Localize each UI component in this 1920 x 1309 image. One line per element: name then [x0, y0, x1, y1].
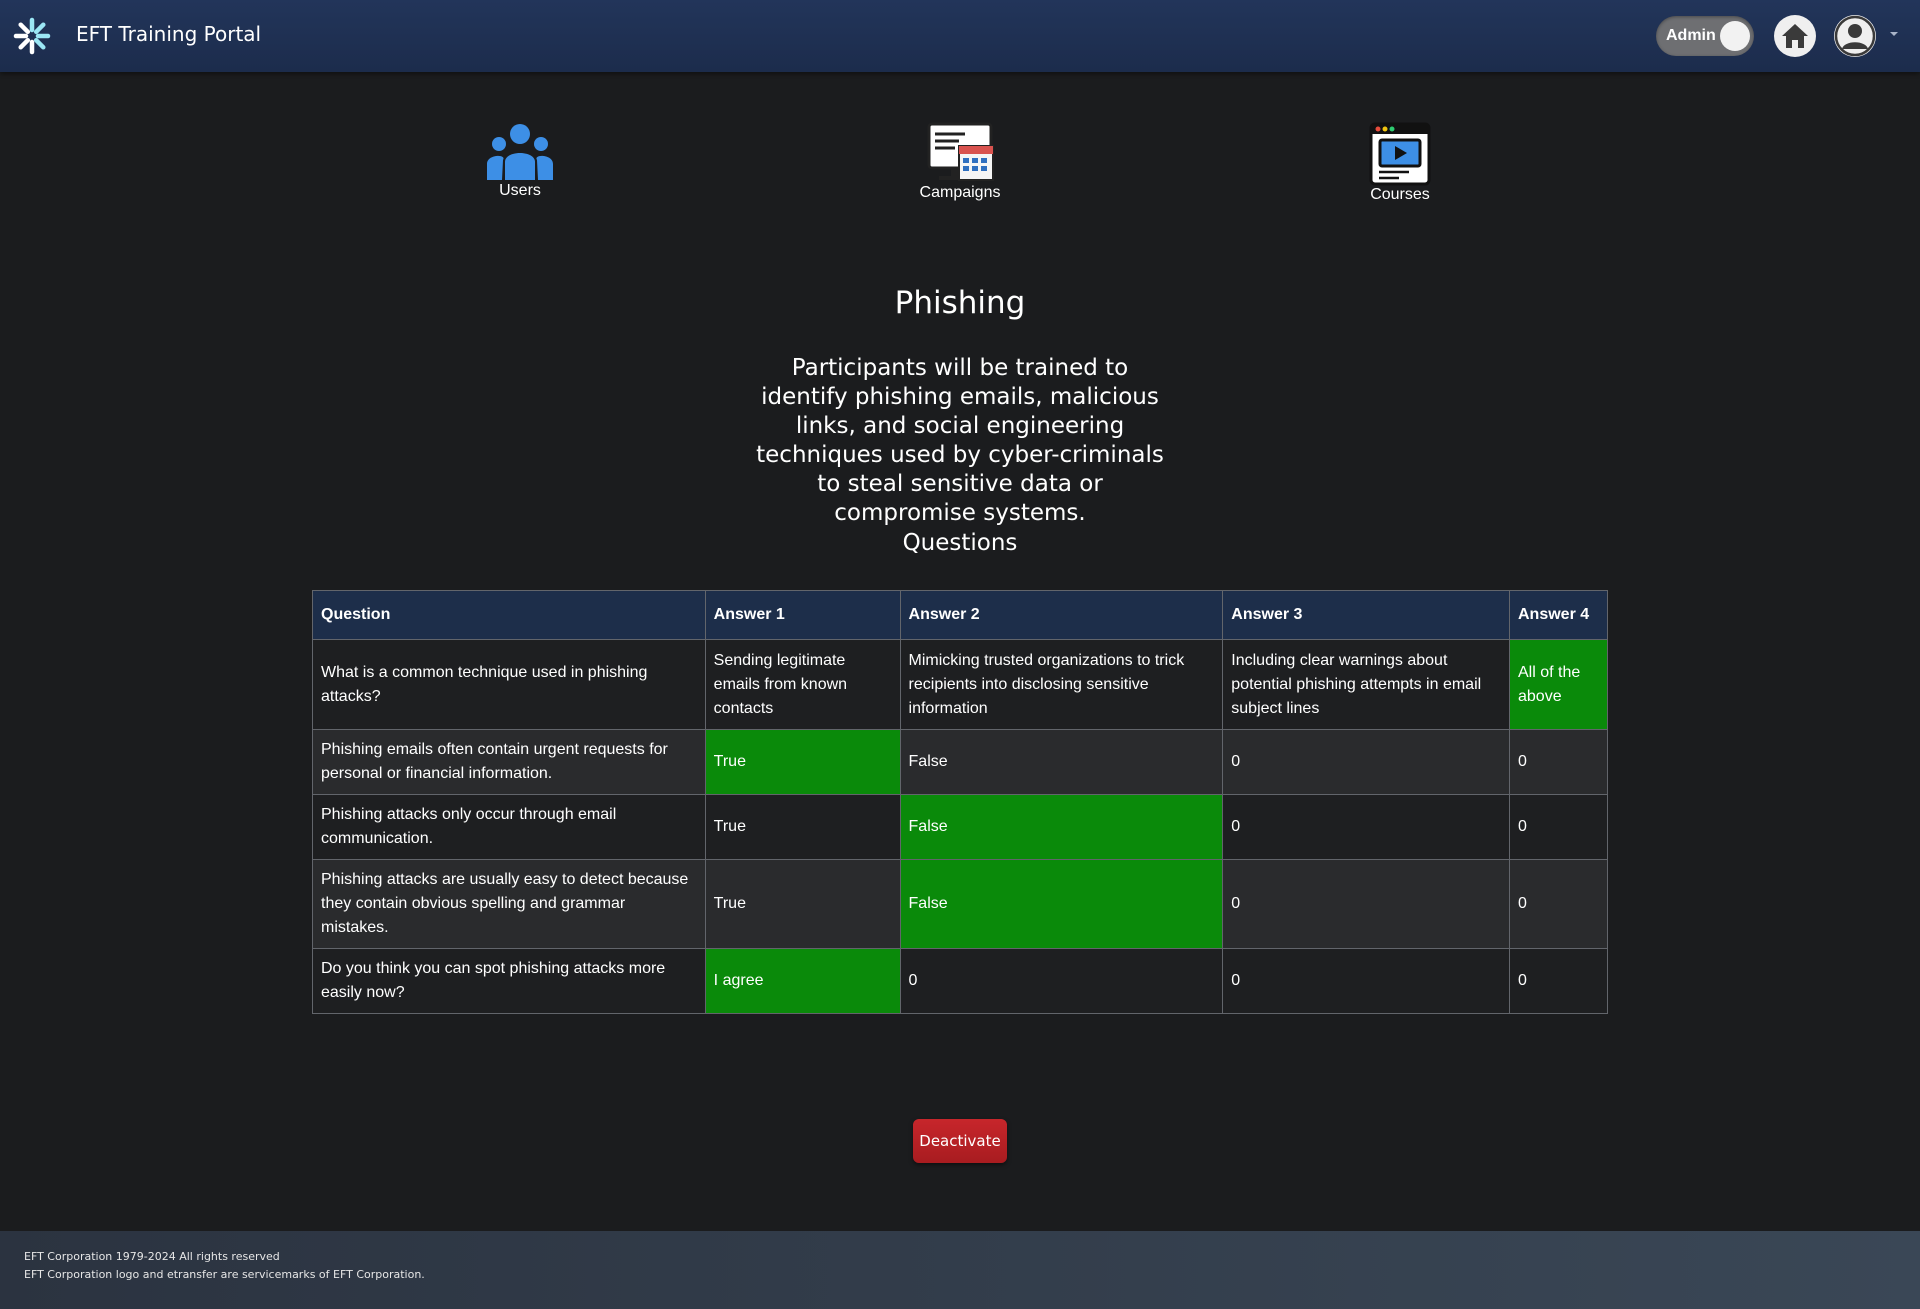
home-button[interactable]	[1774, 15, 1816, 57]
answer-cell: 0	[1222, 948, 1510, 1014]
correct-answer-cell: True	[704, 729, 901, 795]
footer: EFT Corporation 1979-2024 All rights res…	[0, 1231, 1920, 1309]
answer-cell: True	[704, 859, 901, 949]
answer-cell: 0	[1509, 859, 1608, 949]
top-navbar: EFT Training Portal Admin	[0, 0, 1920, 72]
answer-cell: 0	[1222, 859, 1510, 949]
correct-answer-cell: I agree	[704, 948, 901, 1014]
question-cell: What is a common technique used in phish…	[312, 639, 706, 730]
answer-cell: Sending legitimate emails from known con…	[704, 639, 901, 730]
question-cell: Phishing attacks only occur through emai…	[312, 794, 706, 860]
questions-table: Question Answer 1 Answer 2 Answer 3 Answ…	[312, 590, 1608, 1014]
footer-servicemarks: EFT Corporation logo and etransfer are s…	[24, 1268, 425, 1281]
answer-cell: 0	[1222, 794, 1510, 860]
question-cell: Do you think you can spot phishing attac…	[312, 948, 706, 1014]
questions-heading: Questions	[902, 530, 1018, 556]
course-title: Phishing	[894, 285, 1026, 321]
nav-campaigns-label: Campaigns	[919, 184, 1001, 201]
table-row[interactable]: Phishing attacks only occur through emai…	[312, 794, 1608, 860]
asterisk-logo-icon[interactable]	[12, 16, 52, 56]
video-play-icon	[1369, 122, 1431, 186]
footer-copyright: EFT Corporation 1979-2024 All rights res…	[24, 1250, 280, 1263]
question-cell: Phishing emails often contain urgent req…	[312, 729, 706, 795]
nav-users[interactable]: Users	[470, 122, 570, 200]
table-row[interactable]: Phishing attacks are usually easy to det…	[312, 859, 1608, 949]
column-header-question: Question	[312, 590, 706, 640]
table-row[interactable]: Do you think you can spot phishing attac…	[312, 948, 1608, 1014]
table-header-row: Question Answer 1 Answer 2 Answer 3 Answ…	[312, 590, 1608, 640]
answer-cell: False	[899, 729, 1224, 795]
column-header-answer-2: Answer 2	[899, 590, 1224, 640]
answer-cell: 0	[1509, 729, 1608, 795]
column-header-answer-1: Answer 1	[704, 590, 901, 640]
course-description: Participants will be trained to identify…	[756, 355, 1164, 526]
correct-answer-cell: False	[899, 794, 1224, 860]
user-avatar-icon	[1834, 15, 1876, 57]
column-header-answer-4: Answer 4	[1509, 590, 1608, 640]
home-icon	[1782, 24, 1808, 48]
answer-cell: True	[704, 794, 901, 860]
answer-cell: 0	[1509, 794, 1608, 860]
nav-users-label: Users	[499, 182, 541, 199]
answer-cell: 0	[899, 948, 1224, 1014]
table-row[interactable]: Phishing emails often contain urgent req…	[312, 729, 1608, 795]
admin-toggle[interactable]: Admin	[1656, 16, 1754, 56]
column-header-answer-3: Answer 3	[1222, 590, 1510, 640]
profile-button[interactable]	[1834, 15, 1876, 57]
question-cell: Phishing attacks are usually easy to det…	[312, 859, 706, 949]
answer-cell: 0	[1509, 948, 1608, 1014]
app-title[interactable]: EFT Training Portal	[76, 22, 261, 46]
nav-courses[interactable]: Courses	[1340, 122, 1460, 204]
answer-cell: Mimicking trusted organizations to trick…	[899, 639, 1224, 730]
chevron-down-icon[interactable]	[1890, 32, 1898, 36]
nav-campaigns[interactable]: Campaigns	[900, 122, 1020, 202]
answer-cell: 0	[1222, 729, 1510, 795]
correct-answer-cell: All of the above	[1509, 639, 1608, 730]
toggle-knob	[1720, 21, 1750, 51]
monitor-calendar-icon	[927, 122, 994, 181]
users-group-icon	[487, 124, 553, 180]
nav-courses-label: Courses	[1370, 186, 1430, 203]
correct-answer-cell: False	[899, 859, 1224, 949]
answer-cell: Including clear warnings about potential…	[1222, 639, 1510, 730]
table-row[interactable]: What is a common technique used in phish…	[312, 639, 1608, 730]
deactivate-button[interactable]: Deactivate	[913, 1119, 1007, 1163]
admin-toggle-label: Admin	[1666, 27, 1716, 44]
